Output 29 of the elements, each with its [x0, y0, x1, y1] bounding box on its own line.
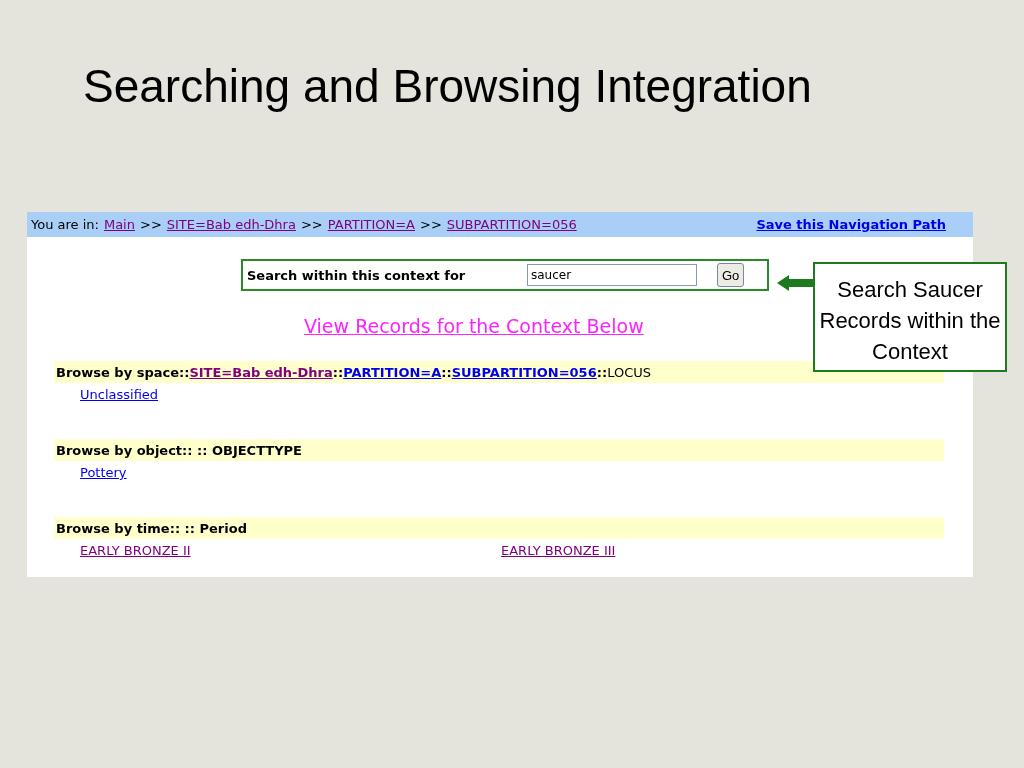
- arrow-icon: [777, 275, 813, 291]
- heading-text: Browse by object:: :: OBJECTTYPE: [56, 442, 302, 458]
- link[interactable]: EARLY BRONZE III: [501, 543, 616, 558]
- heading-text: ::: [441, 364, 452, 380]
- breadcrumb-separator: >>: [300, 217, 323, 232]
- link[interactable]: Save this Navigation Path: [756, 217, 946, 232]
- link[interactable]: SITE=Bab edh-Dhra: [189, 364, 333, 380]
- breadcrumb-label: You are in:: [31, 217, 99, 232]
- breadcrumb-separator: >>: [140, 217, 162, 232]
- link[interactable]: SUBPARTITION=056: [451, 364, 597, 380]
- link[interactable]: Pottery: [80, 465, 127, 480]
- breadcrumb-separator: >>: [420, 217, 442, 232]
- heading-text: Browse by time:: :: Period: [56, 520, 247, 536]
- link[interactable]: SITE=Bab edh-Dhra: [166, 217, 296, 232]
- link[interactable]: Main: [103, 217, 135, 232]
- link[interactable]: PARTITION=A: [327, 217, 415, 232]
- callout-box: Search Saucer Records within the Context: [813, 262, 1007, 372]
- search-label: Search within this context for: [247, 267, 467, 283]
- link[interactable]: SUBPARTITION=056: [446, 217, 577, 232]
- heading-text: ::: [332, 364, 344, 380]
- link[interactable]: EARLY BRONZE II: [80, 543, 191, 558]
- slide-title: Searching and Browsing Integration: [82, 59, 813, 114]
- heading-text: ::: [596, 364, 608, 380]
- heading-text: LOCUS: [607, 364, 651, 380]
- search-field[interactable]: saucer: [527, 264, 697, 286]
- link[interactable]: PARTITION=A: [343, 364, 442, 380]
- go-button[interactable]: Go: [717, 263, 745, 287]
- heading-text: Browse by space::: [56, 364, 190, 380]
- link[interactable]: Unclassified: [80, 387, 159, 402]
